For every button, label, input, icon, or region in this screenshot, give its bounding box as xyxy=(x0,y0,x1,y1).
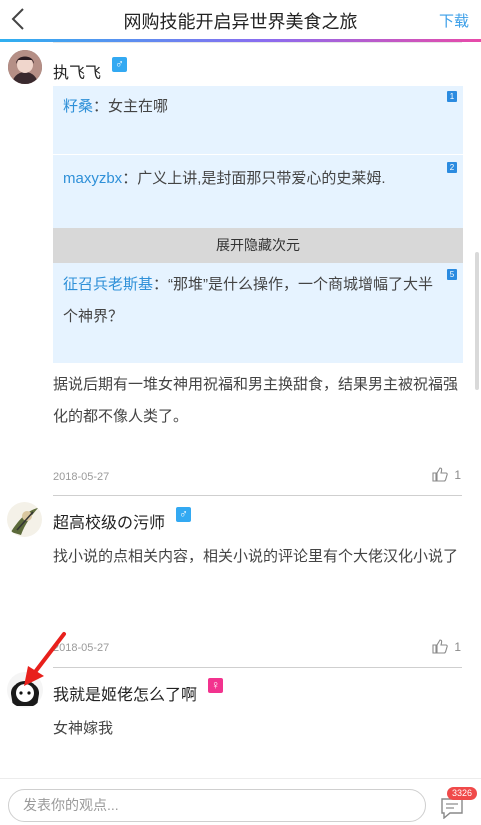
quote-text: 广义上讲,是封面那只带爱心的史莱姆. xyxy=(137,170,386,187)
comment-date: 2018-05-27 xyxy=(53,471,110,483)
thumbs-up-icon xyxy=(432,467,449,482)
bottom-comment-bar: 发表你的观点... 3326 xyxy=(0,778,481,825)
floor-badge: 1 xyxy=(447,91,457,102)
quote-username[interactable]: 籽桑 xyxy=(63,98,93,115)
divider xyxy=(53,667,462,668)
quote-item[interactable]: maxyzbx：广义上讲,是封面那只带爱心的史莱姆. xyxy=(63,163,447,195)
quoted-replies: 1 籽桑：女主在哪 2 maxyzbx：广义上讲,是封面那只带爱心的史莱姆. 5… xyxy=(53,86,463,363)
quote-text: 女主在哪 xyxy=(108,98,169,115)
like-count: 1 xyxy=(454,467,461,482)
comment-text: 据说后期有一堆女神用祝福和男主换甜食，结果男主被祝福强化的都不像人类了。 xyxy=(53,376,459,425)
download-button[interactable]: 下载 xyxy=(439,10,469,31)
avatar[interactable] xyxy=(7,502,42,537)
username[interactable]: 我就是姬佬怎么了啊 xyxy=(53,681,197,705)
divider xyxy=(53,42,462,43)
female-gender-icon: ♀ xyxy=(208,678,223,693)
quote-separator: ： xyxy=(122,170,138,187)
comment-count-badge: 3326 xyxy=(447,787,478,800)
male-gender-icon: ♂ xyxy=(112,57,127,72)
floor-badge: 2 xyxy=(447,162,457,173)
quote-item[interactable]: 征召兵老斯基：“那堆”是什么操作，一个商城增幅了大半个神界？ xyxy=(63,269,447,333)
quote-username[interactable]: 征召兵老斯基 xyxy=(63,276,153,293)
like-button[interactable]: 1 xyxy=(432,467,461,482)
comments-icon[interactable] xyxy=(440,797,464,819)
quote-item[interactable]: 籽桑：女主在哪 xyxy=(63,91,447,123)
username[interactable]: 超高校级の污师 xyxy=(53,509,165,533)
comment-text: 女神嫁我 xyxy=(53,720,114,737)
page-title: 网购技能开启异世界美食之旅 xyxy=(123,12,358,32)
avatar[interactable] xyxy=(8,50,42,84)
comment-text: 找小说的点相关内容，相关小说的评论里有个大佬汉化小说了 xyxy=(53,548,459,565)
back-chevron-icon[interactable] xyxy=(8,6,30,32)
quote-separator: ： xyxy=(153,276,169,293)
thumbs-up-icon xyxy=(432,639,449,654)
like-button[interactable]: 1 xyxy=(432,639,461,654)
quote-divider xyxy=(53,154,463,155)
floor-badge: 5 xyxy=(447,269,457,280)
username[interactable]: 执飞飞 xyxy=(53,59,101,83)
scrollbar[interactable] xyxy=(475,252,479,390)
quote-separator: ： xyxy=(93,98,109,115)
comment-input[interactable]: 发表你的观点... xyxy=(8,789,426,822)
like-count: 1 xyxy=(454,639,461,654)
red-arrow-annotation-icon xyxy=(24,632,66,686)
divider xyxy=(53,495,462,496)
quote-username[interactable]: maxyzbx xyxy=(63,170,122,187)
male-gender-icon: ♂ xyxy=(176,507,191,522)
expand-hidden-replies-button[interactable]: 展开隐藏次元 xyxy=(53,228,463,263)
top-bar: 网购技能开启异世界美食之旅 下载 xyxy=(0,0,481,42)
